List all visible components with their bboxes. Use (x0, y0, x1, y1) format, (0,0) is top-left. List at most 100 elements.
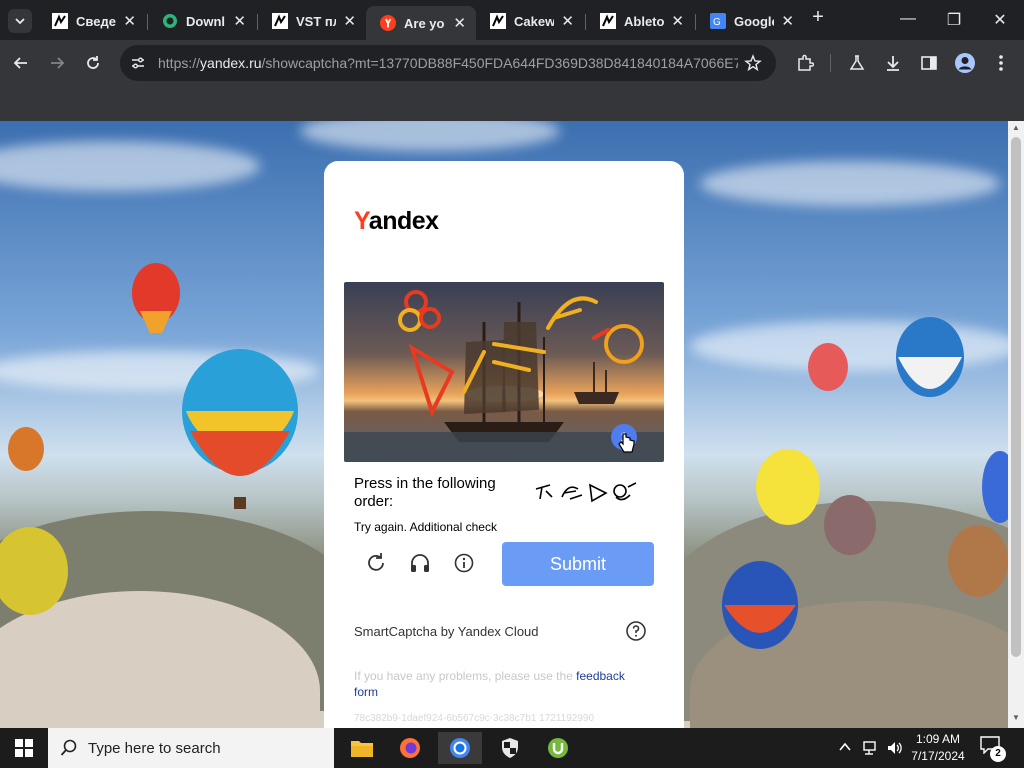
chrome-icon (450, 738, 470, 758)
tab-title: Are yo (404, 15, 444, 31)
problems-note: If you have any problems, please use the… (354, 668, 644, 700)
page-scrollbar[interactable]: ▲ ▼ (1008, 121, 1024, 728)
notification-count: 2 (990, 746, 1006, 762)
close-window-button[interactable]: ✕ (990, 10, 1010, 30)
puzzle-icon (798, 54, 814, 71)
url-scheme: https:// (158, 55, 201, 71)
captcha-token: 78c382b9-1daef924-6b567c9c-3c38c7b1 1721… (354, 713, 595, 724)
chevron-up-icon[interactable] (838, 740, 852, 754)
forward-button[interactable] (46, 52, 68, 74)
back-button[interactable] (10, 52, 32, 74)
hackernoon-icon (272, 13, 288, 29)
problems-text: If you have any problems, please use the (354, 669, 573, 683)
smartcaptcha-brand: SmartCaptcha by Yandex Cloud (354, 624, 539, 639)
url-text: https://yandex.ru/showcaptcha?mt=13770DB… (158, 55, 738, 71)
tab-5[interactable]: Ableto ✕ (586, 6, 694, 36)
system-clock[interactable]: 1:09 AM 7/17/2024 (908, 731, 968, 765)
close-icon[interactable]: ✕ (561, 12, 574, 30)
reload-button[interactable] (82, 52, 104, 74)
chevron-down-icon (15, 18, 25, 25)
hackernoon-icon (490, 13, 506, 29)
downloads-button[interactable] (882, 52, 904, 74)
firefox-icon (400, 738, 420, 758)
tab-4[interactable]: Cakew ✕ (476, 6, 584, 36)
url-host: yandex.ru (200, 55, 262, 71)
shield-icon (502, 738, 518, 758)
refresh-icon[interactable] (364, 551, 388, 575)
browser-toolbar: https://yandex.ru/showcaptcha?mt=13770DB… (0, 40, 1024, 86)
google-translate-icon: G (710, 13, 726, 29)
help-icon[interactable] (626, 621, 646, 641)
tab-search-button[interactable] (8, 9, 32, 33)
yandex-icon (380, 15, 396, 31)
reload-icon (87, 56, 99, 69)
tab-strip: Сведе ✕ Downl ✕ VST пл ✕ Are yo ✕ Cakew … (0, 0, 1024, 40)
captcha-card: Yandex 1 (324, 161, 684, 741)
arrow-right-icon (51, 57, 65, 69)
chrome-button[interactable] (438, 732, 482, 764)
search-placeholder: Type here to search (88, 740, 221, 757)
close-icon[interactable]: ✕ (233, 12, 246, 30)
volume-icon[interactable] (886, 739, 904, 757)
download-icon (887, 56, 899, 71)
more-vertical-icon (999, 55, 1003, 71)
profile-button[interactable] (954, 52, 976, 74)
extensions-button[interactable] (794, 52, 816, 74)
labs-button[interactable] (846, 52, 868, 74)
flask-icon (849, 55, 865, 70)
security-button[interactable] (488, 732, 532, 764)
new-tab-button[interactable]: + (808, 6, 828, 29)
file-explorer-button[interactable] (340, 732, 384, 764)
scroll-up-icon[interactable]: ▲ (1012, 123, 1020, 132)
tab-title: Сведе (76, 13, 116, 29)
search-icon (60, 739, 77, 756)
folder-icon (351, 741, 373, 757)
close-icon[interactable]: ✕ (123, 12, 136, 30)
clock-date: 7/17/2024 (911, 749, 965, 763)
tab-6[interactable]: G Google ✕ (696, 6, 804, 36)
windows-logo-icon (15, 739, 33, 757)
info-icon[interactable] (452, 551, 476, 575)
clock-time: 1:09 AM (915, 732, 961, 746)
yandex-logo: Yandex (354, 207, 439, 236)
taskbar-search[interactable]: Type here to search (48, 728, 334, 768)
tab-title: Ableto (624, 13, 664, 29)
download-site-icon (163, 14, 177, 28)
submit-button[interactable]: Submit (502, 542, 654, 586)
bookmark-star-icon[interactable] (744, 54, 762, 72)
captcha-instruction: Press in the following order: (354, 475, 496, 510)
tab-title: Downl (186, 13, 225, 29)
arrow-left-icon (13, 57, 27, 69)
minimize-button[interactable]: — (898, 10, 918, 28)
tab-0[interactable]: Сведе ✕ (38, 6, 146, 36)
captcha-image[interactable]: 1 (344, 282, 664, 462)
close-icon[interactable]: ✕ (453, 14, 466, 32)
tab-title: VST пл (296, 13, 336, 29)
network-icon[interactable] (862, 739, 880, 757)
side-panel-button[interactable] (918, 52, 940, 74)
windows-taskbar: Type here to search 1:09 AM 7/17/2024 2 (0, 728, 1024, 768)
tab-1[interactable]: Downl ✕ (148, 6, 256, 36)
captcha-status: Try again. Additional check (354, 520, 497, 534)
utorrent-button[interactable] (536, 732, 580, 764)
notifications-button[interactable]: 2 (980, 736, 1006, 762)
site-settings-icon[interactable] (130, 55, 146, 71)
close-icon[interactable]: ✕ (343, 12, 356, 30)
firefox-button[interactable] (388, 732, 432, 764)
close-icon[interactable]: ✕ (671, 12, 684, 30)
menu-button[interactable] (990, 52, 1012, 74)
close-icon[interactable]: ✕ (781, 12, 794, 30)
start-button[interactable] (2, 732, 46, 764)
address-bar[interactable]: https://yandex.ru/showcaptcha?mt=13770DB… (120, 45, 776, 81)
side-panel-icon (921, 56, 937, 70)
tab-title: Cakew (514, 13, 554, 29)
logo-letter-y: Y (354, 207, 369, 235)
scrollbar-thumb[interactable] (1011, 137, 1021, 657)
headphones-icon[interactable] (408, 551, 432, 575)
hackernoon-icon (52, 13, 68, 29)
tab-3-active[interactable]: Are yo ✕ (366, 6, 476, 40)
scroll-down-icon[interactable]: ▼ (1012, 713, 1020, 722)
restore-button[interactable]: ❐ (944, 10, 964, 30)
tab-2[interactable]: VST пл ✕ (258, 6, 366, 36)
order-hint-icons (532, 479, 648, 505)
